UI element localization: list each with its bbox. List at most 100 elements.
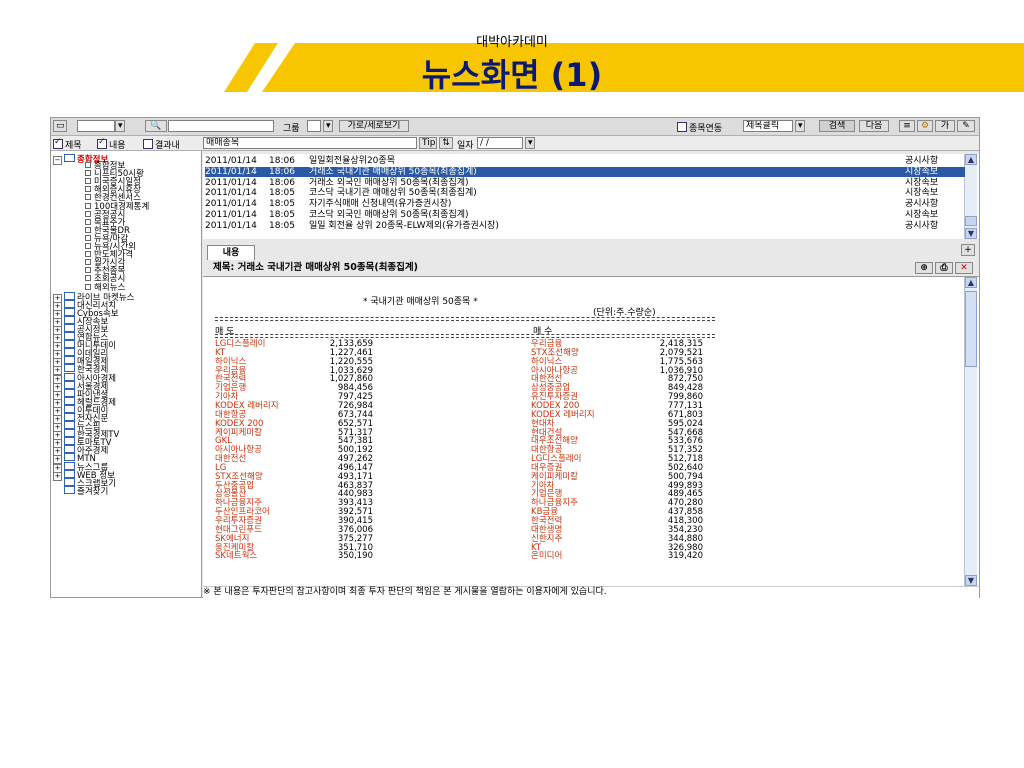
tree-item[interactable]: + 아시아경제: [51, 372, 201, 384]
folder-icon: [64, 291, 75, 300]
print-icon[interactable]: ⎙: [935, 262, 953, 274]
collapse-icon[interactable]: −: [53, 156, 62, 165]
tree-item[interactable]: + 라이브 마켓뉴스: [51, 291, 201, 303]
link-checkbox[interactable]: 종목연동: [677, 121, 722, 134]
category-tree: − 종합정보 종합정보 니프티50시황 미국증시일정 해외증시휴장 한경컨센서스 100대경제…: [51, 151, 202, 597]
title-checkbox-label: 제목: [65, 141, 82, 151]
buy-quantity: 344,880: [667, 533, 703, 544]
tree-item[interactable]: 반도체가격: [51, 251, 201, 259]
next-button[interactable]: 다음: [859, 120, 889, 132]
tree-item[interactable]: 공정공시: [51, 210, 201, 219]
tree-item[interactable]: 스크랩보기: [51, 477, 201, 488]
tree-item[interactable]: + 시장속보: [51, 315, 201, 327]
tree-item[interactable]: + 뉴스그룹: [51, 461, 201, 473]
folder-icon: [64, 388, 75, 397]
document-icon: [85, 275, 91, 282]
folder-icon: [64, 421, 75, 430]
folder-icon: [64, 445, 75, 454]
tree-item[interactable]: − 종합정보: [51, 154, 201, 165]
news-row[interactable]: 2011/01/14 18:06 일일회전율상위20종목 공시사항: [205, 156, 965, 167]
tree-item[interactable]: + 이데일리: [51, 348, 201, 360]
tree-item[interactable]: + 한국경제TV: [51, 429, 201, 441]
news-title: 거래소 국내기관 매매상위 50종목(최종집계): [309, 166, 477, 177]
scroll-thumb[interactable]: [965, 216, 977, 226]
date-input[interactable]: / /: [477, 137, 523, 149]
scroll-up-icon[interactable]: ▲: [965, 154, 977, 165]
tree-item[interactable]: + 파이낸셜: [51, 388, 201, 400]
scroll-up-icon[interactable]: ▲: [965, 277, 977, 288]
sort-icon[interactable]: ⇅: [439, 137, 453, 149]
font-size-button[interactable]: 가: [935, 120, 955, 132]
date-dropdown-icon[interactable]: ▾: [525, 137, 535, 149]
scroll-down-icon[interactable]: ▼: [965, 228, 977, 239]
tree-item[interactable]: 해외뉴스: [51, 283, 201, 292]
news-row[interactable]: 2011/01/14 18:05 자기주식매매 신청내역(유가증권시장) 공시사항: [205, 199, 965, 210]
tree-item[interactable]: + MTN: [51, 453, 201, 465]
document-icon: [85, 170, 91, 177]
delete-icon[interactable]: ✕: [955, 262, 973, 274]
tip-button[interactable]: Tip: [419, 137, 437, 149]
tree-item[interactable]: + 한국경제: [51, 364, 201, 376]
scroll-down-icon[interactable]: ▼: [965, 575, 977, 586]
tree-item[interactable]: + WEB 정보: [51, 469, 201, 481]
tree-item[interactable]: + Cybos속보: [51, 307, 201, 319]
news-list-scrollbar[interactable]: ▲ ▼: [964, 154, 977, 239]
search-mode-dropdown-icon[interactable]: ▾: [795, 120, 805, 132]
news-row[interactable]: 2011/01/14 18:05 코스닥 국내기관 매매상위 50종목(최종집계) 시…: [205, 188, 965, 199]
pin-icon[interactable]: ✎: [957, 120, 975, 132]
expand-icon[interactable]: +: [961, 244, 975, 256]
content-scrollbar[interactable]: ▲ ▼: [964, 277, 977, 587]
folder-icon: [64, 340, 75, 349]
code-dropdown-icon[interactable]: ▾: [115, 120, 125, 132]
layout-toggle-button[interactable]: 가로/세로보기: [339, 120, 409, 132]
config-icon[interactable]: ⚙: [917, 120, 933, 132]
title-checkbox[interactable]: 제목: [53, 137, 82, 151]
tab-content[interactable]: 내용: [207, 245, 255, 260]
news-row[interactable]: 2011/01/14 18:06 거래소 국내기관 매매상위 50종목(최종집계) 시…: [205, 166, 965, 178]
tree-item[interactable]: + 헤럴드경제: [51, 396, 201, 408]
group-select[interactable]: [307, 120, 321, 132]
keyword-input[interactable]: 매매종목: [203, 137, 417, 149]
tree-item[interactable]: + 전자신문: [51, 413, 201, 424]
tree-item[interactable]: 월가시각: [51, 259, 201, 267]
tree-item[interactable]: 즐겨찾기: [51, 485, 201, 496]
content-checkbox[interactable]: 내용: [97, 137, 126, 151]
sell-header: 매 도: [215, 327, 235, 337]
news-row[interactable]: 2011/01/14 18:05 코스닥 외국인 매매상위 50종목(최종집계) 시장…: [205, 210, 965, 221]
scroll-thumb[interactable]: [965, 291, 977, 367]
tree-item[interactable]: + 서울경제: [51, 380, 201, 392]
search-button[interactable]: 검색: [819, 120, 855, 132]
search-mode-select[interactable]: 제목클릭: [743, 120, 793, 132]
news-source: 시장속보: [905, 210, 939, 220]
tree-item[interactable]: + 뉴스핌: [51, 421, 201, 433]
tree-item[interactable]: 조회공시: [51, 275, 201, 284]
code-input[interactable]: [77, 120, 115, 132]
news-title: 거래소 외국인 매매상위 50종목(최종집계): [309, 177, 469, 188]
tree-item[interactable]: + 머니투데이: [51, 340, 201, 352]
tree-item[interactable]: + 연합뉴스: [51, 332, 201, 344]
group-dropdown-icon[interactable]: ▾: [323, 120, 333, 132]
news-row[interactable]: 2011/01/14 18:06 거래소 외국인 매매상위 50종목(최종집계) 시장…: [205, 178, 965, 189]
tree-item[interactable]: + 매일경제: [51, 356, 201, 368]
news-row[interactable]: 2011/01/14 18:05 일일 회전율 상위 20종목-ELW제외(유가증권…: [205, 221, 965, 232]
tree-item[interactable]: 100대경제통계: [51, 202, 201, 211]
expand-icon[interactable]: +: [53, 471, 62, 481]
document-icon: [85, 202, 91, 209]
code-search-icon[interactable]: 🔍: [145, 120, 167, 132]
separator: [215, 317, 715, 318]
content-check-box-icon: [97, 137, 107, 149]
zoom-icon[interactable]: ⊕: [915, 262, 933, 274]
buy-quantity: 319,420: [667, 551, 703, 562]
window-menu-icon[interactable]: ▭: [53, 120, 67, 132]
result-checkbox[interactable]: 결과내: [143, 138, 180, 151]
tree-item[interactable]: + 이투데이: [51, 404, 201, 416]
folder-icon: [64, 461, 75, 470]
tree-item[interactable]: + 아주경제: [51, 445, 201, 457]
separator: [215, 337, 715, 338]
list-icon[interactable]: ≡: [899, 120, 915, 132]
tree-item[interactable]: + 공시정보: [51, 323, 201, 335]
stock-name-input[interactable]: [168, 120, 274, 132]
tree-item[interactable]: 추천종목: [51, 267, 201, 276]
news-title: 일일 회전율 상위 20종목-ELW제외(유가증권시장): [309, 220, 499, 231]
tree-item[interactable]: + 토마토TV: [51, 437, 201, 449]
